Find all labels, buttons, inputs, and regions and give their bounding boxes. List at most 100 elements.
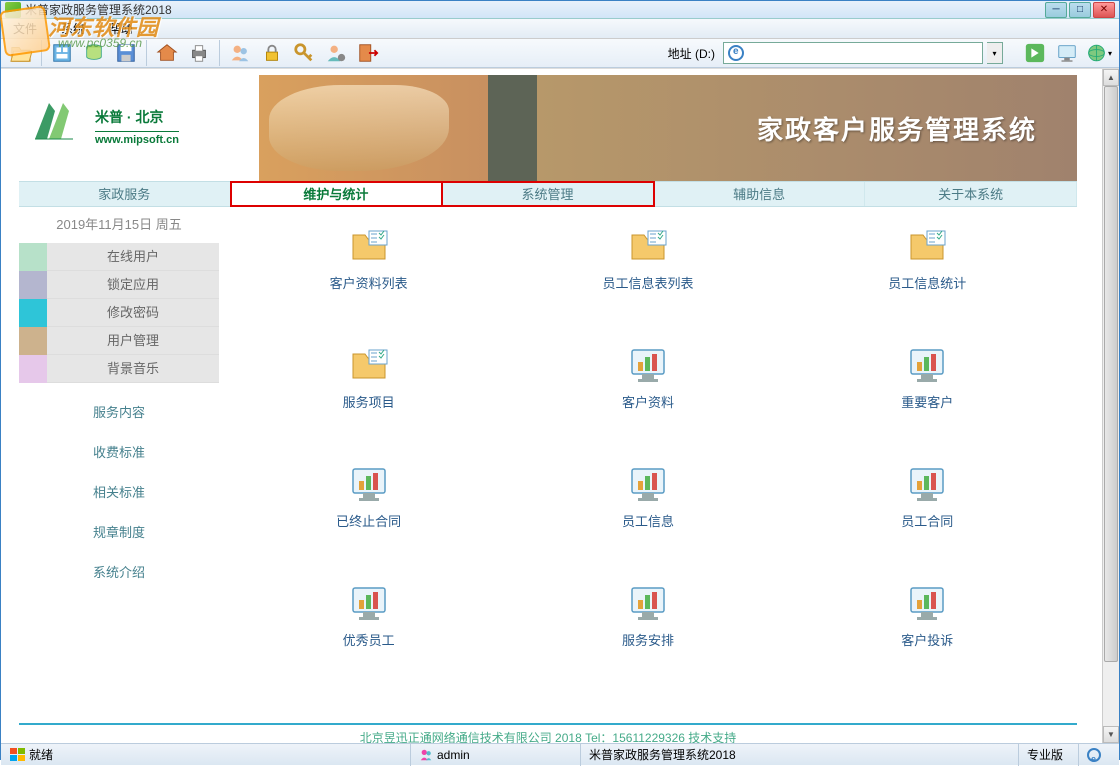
tb-exit-icon[interactable] (354, 39, 382, 67)
monitor-chart-icon (907, 465, 947, 505)
windows-flag-icon (9, 748, 25, 762)
grid-item-0-0[interactable]: 客户资料列表 (309, 227, 429, 292)
folder-list-icon (907, 227, 947, 267)
tb-open-icon[interactable] (7, 39, 35, 67)
menubar: 文件 系统 帮助 (1, 19, 1119, 39)
grid-item-0-2[interactable]: 员工信息统计 (867, 227, 987, 292)
grid-item-2-0[interactable]: 已终止合同 (309, 465, 429, 530)
logo-icon (29, 93, 85, 149)
side-link-3[interactable]: 规章制度 (19, 513, 219, 553)
close-button[interactable]: ✕ (1093, 2, 1115, 18)
monitor-chart-icon (907, 584, 947, 624)
ie-status-icon: e (1087, 748, 1101, 762)
side-link-4[interactable]: 系统介绍 (19, 553, 219, 593)
status-edition: 专业版 (1027, 744, 1063, 766)
tb-print-icon[interactable] (185, 39, 213, 67)
tb-save-icon[interactable] (112, 39, 140, 67)
nav-tab-1[interactable]: 维护与统计 (231, 182, 443, 206)
grid-label: 客户资料列表 (309, 273, 429, 292)
menu-system[interactable]: 系统 (53, 18, 93, 39)
side-item-0[interactable]: 在线用户 (19, 243, 219, 271)
grid-item-3-1[interactable]: 服务安排 (588, 584, 708, 649)
scrollbar-vertical[interactable]: ▲ ▼ (1102, 69, 1119, 743)
monitor-chart-icon (628, 584, 668, 624)
nav-tab-4[interactable]: 关于本系统 (865, 182, 1077, 206)
grid-item-1-0[interactable]: 服务项目 (309, 346, 429, 411)
nav-tabs: 家政服务维护与统计系统管理辅助信息关于本系统 (19, 181, 1077, 207)
grid-label: 重要客户 (867, 392, 987, 411)
app-icon (5, 2, 21, 18)
side-item-2[interactable]: 修改密码 (19, 299, 219, 327)
page-footer: 北京昱迅正通网络通信技术有限公司 2018 Tel：15611229326 技术… (19, 723, 1077, 743)
side-item-1[interactable]: 锁定应用 (19, 271, 219, 299)
status-user: admin (437, 744, 470, 766)
folder-list-icon (349, 346, 389, 386)
monitor-chart-icon (628, 346, 668, 386)
monitor-chart-icon (628, 465, 668, 505)
grid-label: 已终止合同 (309, 511, 429, 530)
grid-label: 服务项目 (309, 392, 429, 411)
address-input[interactable] (723, 42, 983, 64)
nav-tab-2[interactable]: 系统管理 (442, 182, 654, 206)
side-link-2[interactable]: 相关标准 (19, 473, 219, 513)
maximize-button[interactable]: □ (1069, 2, 1091, 18)
scroll-down-icon[interactable]: ▼ (1103, 726, 1119, 743)
grid-label: 员工合同 (867, 511, 987, 530)
tb-go-icon[interactable] (1021, 39, 1049, 67)
grid-item-2-2[interactable]: 员工合同 (867, 465, 987, 530)
scroll-thumb[interactable] (1104, 86, 1118, 662)
date-bar: 2019年11月15日 周五 (19, 207, 219, 243)
window-title: 米普家政服务管理系统2018 (25, 1, 1045, 18)
address-label: 地址 (D:) (668, 45, 715, 62)
ie-icon (728, 45, 744, 61)
grid-label: 员工信息 (588, 511, 708, 530)
logo-box: 米普 · 北京 www.mipsoft.cn (19, 75, 259, 181)
logo-url: www.mipsoft.cn (95, 134, 179, 146)
folder-list-icon (628, 227, 668, 267)
monitor-chart-icon (349, 584, 389, 624)
titlebar: 米普家政服务管理系统2018 ─ □ ✕ (1, 1, 1119, 19)
grid-item-2-1[interactable]: 员工信息 (588, 465, 708, 530)
grid-label: 员工信息统计 (867, 273, 987, 292)
grid-label: 服务安排 (588, 630, 708, 649)
nav-tab-0[interactable]: 家政服务 (19, 182, 231, 206)
scroll-up-icon[interactable]: ▲ (1103, 69, 1119, 86)
tb-globe-icon[interactable]: ▾ (1085, 39, 1113, 67)
grid-item-1-2[interactable]: 重要客户 (867, 346, 987, 411)
banner: 家政客户服务管理系统 (259, 75, 1077, 181)
status-app: 米普家政服务管理系统2018 (589, 744, 736, 766)
user-icon (419, 748, 433, 762)
tb-monitor-icon[interactable] (1053, 39, 1081, 67)
grid-item-3-2[interactable]: 客户投诉 (867, 584, 987, 649)
sidebar: 2019年11月15日 周五 在线用户锁定应用修改密码用户管理背景音乐 服务内容… (19, 207, 219, 723)
banner-title: 家政客户服务管理系统 (757, 110, 1037, 147)
icon-grid: 客户资料列表 员工信息表列表 员工信息统计服务项目 客户资料 重要客户已终止合同 员工信息… (219, 207, 1077, 723)
nav-tab-3[interactable]: 辅助信息 (654, 182, 866, 206)
grid-label: 客户投诉 (867, 630, 987, 649)
grid-label: 客户资料 (588, 392, 708, 411)
grid-item-0-1[interactable]: 员工信息表列表 (588, 227, 708, 292)
side-link-1[interactable]: 收费标准 (19, 433, 219, 473)
side-item-4[interactable]: 背景音乐 (19, 355, 219, 383)
address-dropdown[interactable]: ▾ (987, 42, 1003, 64)
tb-home-icon[interactable] (153, 39, 181, 67)
minimize-button[interactable]: ─ (1045, 2, 1067, 18)
statusbar: 就绪 admin 米普家政服务管理系统2018 专业版 e (1, 743, 1119, 765)
menu-file[interactable]: 文件 (5, 18, 45, 39)
grid-item-1-1[interactable]: 客户资料 (588, 346, 708, 411)
folder-list-icon (349, 227, 389, 267)
tb-db-icon[interactable] (80, 39, 108, 67)
tb-key-icon[interactable] (290, 39, 318, 67)
grid-label: 员工信息表列表 (588, 273, 708, 292)
side-item-3[interactable]: 用户管理 (19, 327, 219, 355)
toolbar: 地址 (D:) ▾ ▾ (1, 39, 1119, 68)
grid-label: 优秀员工 (309, 630, 429, 649)
tb-lock-icon[interactable] (258, 39, 286, 67)
side-link-0[interactable]: 服务内容 (19, 393, 219, 433)
monitor-chart-icon (349, 465, 389, 505)
tb-user-gear-icon[interactable] (322, 39, 350, 67)
grid-item-3-0[interactable]: 优秀员工 (309, 584, 429, 649)
tb-users-icon[interactable] (226, 39, 254, 67)
menu-help[interactable]: 帮助 (101, 18, 141, 39)
tb-props-icon[interactable] (48, 39, 76, 67)
